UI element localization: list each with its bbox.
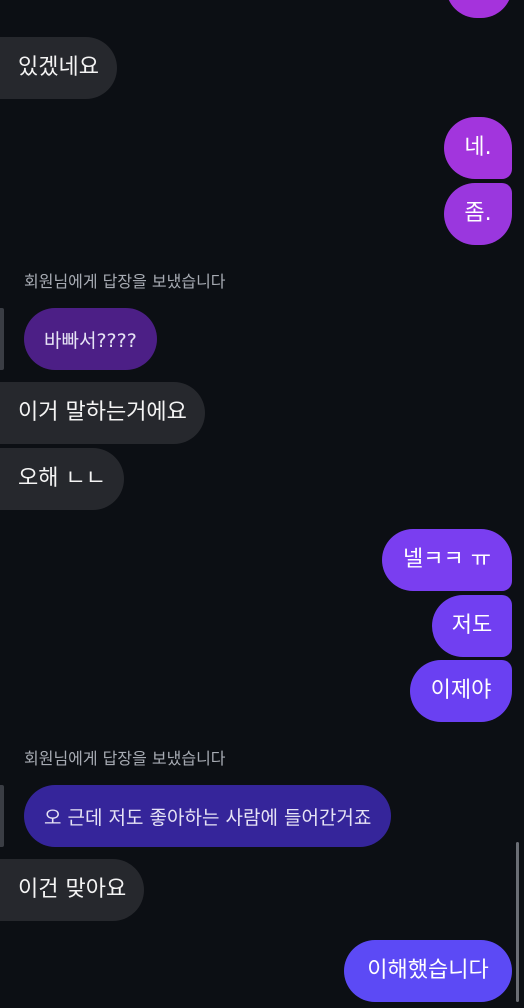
outgoing-message-partial[interactable] — [446, 0, 512, 18]
reply-bar — [0, 308, 4, 370]
reply-label: 회원님에게 답장을 보냈습니다 — [24, 272, 226, 291]
message-text: 이건 맞아요 — [18, 877, 127, 902]
incoming-message[interactable]: 이거 말하는거에요 — [0, 382, 205, 444]
incoming-message[interactable]: 이건 맞아요 — [0, 859, 145, 921]
outgoing-message[interactable]: 좀. — [444, 183, 512, 245]
message-text: 좀. — [464, 201, 492, 226]
outgoing-message[interactable]: 넬ㅋㅋ ㅠ — [382, 529, 512, 591]
scrollbar-thumb[interactable] — [516, 842, 519, 1002]
outgoing-message[interactable]: 이제야 — [410, 660, 512, 722]
reply-label: 회원님에게 답장을 보냈습니다 — [24, 749, 226, 768]
incoming-message[interactable]: 오해 ㄴㄴ — [0, 448, 124, 510]
message-text: 저도 — [451, 613, 493, 638]
outgoing-message[interactable]: 저도 — [432, 595, 512, 657]
message-text: 이거 말하는거에요 — [18, 400, 187, 425]
incoming-message[interactable]: 있겠네요 — [0, 37, 117, 99]
quoted-message[interactable]: 오 근데 저도 좋아하는 사람에 들어간거죠 — [24, 785, 392, 847]
quoted-text: 오 근데 저도 좋아하는 사람에 들어간거죠 — [44, 806, 372, 829]
quoted-message[interactable]: 바빠서???? — [24, 308, 157, 370]
message-text: 네. — [464, 135, 492, 160]
outgoing-message[interactable]: 이해했습니다 — [344, 940, 512, 1002]
reply-bar — [0, 785, 4, 847]
message-text: 넬ㅋㅋ ㅠ — [403, 547, 491, 572]
message-text: 이해했습니다 — [367, 958, 489, 983]
message-text: 오해 ㄴㄴ — [18, 466, 106, 491]
message-text: 있겠네요 — [18, 55, 99, 80]
message-text: 이제야 — [430, 678, 492, 703]
quoted-text: 바빠서???? — [44, 329, 137, 352]
outgoing-message[interactable]: 네. — [444, 117, 512, 179]
